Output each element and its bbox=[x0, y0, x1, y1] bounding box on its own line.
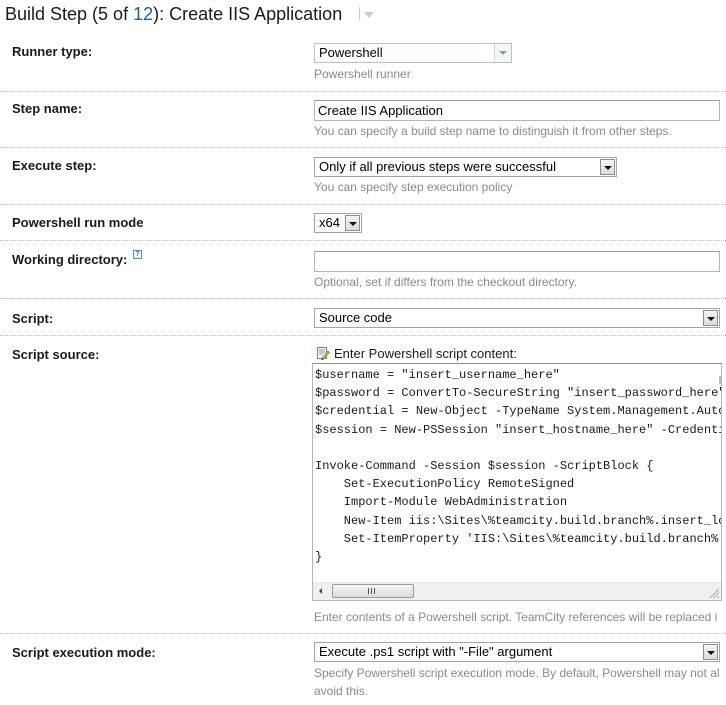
execution-mode-label: Script execution mode: bbox=[12, 645, 156, 660]
step-name-hint: You can specify a build step name to dis… bbox=[314, 124, 672, 138]
code-line: Import-Module WebAdministration bbox=[343, 495, 568, 510]
title-prefix: Build Step (5 of bbox=[5, 4, 134, 24]
runner-type-select[interactable]: Powershell bbox=[314, 43, 512, 63]
code-line: Invoke-Command -Session $session -Script… bbox=[315, 459, 654, 474]
execution-mode-select[interactable]: Execute .ps1 script with "-File" argumen… bbox=[314, 642, 720, 662]
scroll-left-arrow-icon[interactable] bbox=[319, 588, 322, 594]
total-steps-link[interactable]: 12 bbox=[133, 4, 153, 24]
runner-type-value: Powershell bbox=[319, 45, 383, 60]
vertical-scroll-marker bbox=[719, 376, 721, 384]
working-directory-label: Working directory: bbox=[12, 252, 128, 267]
script-source-label: Script source: bbox=[12, 347, 100, 362]
execute-step-hint: You can specify step execution policy bbox=[314, 180, 513, 194]
script-editor-caption: Enter Powershell script content: bbox=[316, 346, 517, 361]
code-line: Set-ItemProperty 'IIS:\Sites\%teamcity.b… bbox=[343, 531, 722, 546]
divider bbox=[0, 147, 726, 148]
working-directory-hint: Optional, set if differs from the checko… bbox=[314, 275, 578, 289]
edit-document-icon bbox=[317, 347, 330, 360]
run-mode-label: Powershell run mode bbox=[12, 215, 144, 230]
working-directory-input[interactable] bbox=[314, 251, 720, 272]
script-select[interactable]: Source code bbox=[314, 308, 720, 328]
divider bbox=[0, 298, 726, 299]
step-name-label: Step name: bbox=[12, 101, 83, 116]
execution-mode-value: Execute .ps1 script with "-File" argumen… bbox=[319, 644, 553, 659]
divider bbox=[0, 633, 726, 634]
script-source-hint: Enter contents of a Powershell script. T… bbox=[314, 610, 718, 624]
chevron-down-icon[interactable] bbox=[364, 12, 375, 18]
execution-mode-hint-line1: Specify Powershell script execution mode… bbox=[314, 666, 720, 680]
code-line: $password = ConvertTo-SecureString "inse… bbox=[315, 386, 722, 401]
resize-grip-icon[interactable] bbox=[708, 587, 719, 598]
divider bbox=[0, 91, 726, 92]
script-editor-caption-text: Enter Powershell script content: bbox=[334, 346, 517, 361]
help-icon[interactable]: ? bbox=[133, 250, 142, 259]
step-name-input[interactable] bbox=[314, 100, 720, 121]
chevron-down-icon[interactable] bbox=[600, 159, 615, 175]
execution-mode-hint-line2: avoid this. bbox=[314, 684, 369, 698]
execute-step-value: Only if all previous steps were successf… bbox=[319, 159, 556, 174]
execute-step-label: Execute step: bbox=[12, 158, 97, 173]
horizontal-scrollbar[interactable] bbox=[313, 582, 721, 600]
script-label: Script: bbox=[12, 311, 54, 326]
code-line: $username = "insert_username_here" bbox=[315, 368, 560, 382]
code-line: New-Item iis:\Sites\%teamcity.build.bran… bbox=[343, 513, 722, 528]
code-line: $session = New-PSSession "insert_hostnam… bbox=[315, 422, 721, 437]
script-source-editor[interactable]: $username = "insert_username_here" $pass… bbox=[312, 363, 722, 601]
chevron-down-icon[interactable] bbox=[703, 644, 718, 660]
script-value: Source code bbox=[319, 310, 392, 325]
chevron-down-icon[interactable] bbox=[703, 310, 718, 326]
divider bbox=[0, 204, 726, 205]
scrollbar-thumb[interactable] bbox=[332, 584, 414, 598]
page-title: Build Step (5 of 12): Create IIS Applica… bbox=[5, 4, 375, 25]
divider bbox=[0, 335, 726, 336]
runner-type-label: Runner type: bbox=[12, 44, 93, 59]
code-line: $credential = New-Object -TypeName Syste… bbox=[315, 404, 722, 419]
runner-type-hint: Powershell runner bbox=[314, 67, 411, 81]
title-suffix: ): Create IIS Application bbox=[153, 4, 343, 24]
title-menu-divider bbox=[359, 7, 361, 21]
divider bbox=[0, 240, 726, 241]
chevron-down-icon[interactable] bbox=[345, 215, 360, 231]
code-line: } bbox=[315, 550, 323, 565]
code-line: Set-ExecutionPolicy RemoteSigned bbox=[343, 477, 575, 492]
script-code[interactable]: $username = "insert_username_here" $pass… bbox=[315, 366, 722, 566]
run-mode-select[interactable]: x64 bbox=[314, 213, 362, 233]
chevron-down-icon[interactable] bbox=[494, 44, 511, 62]
execute-step-select[interactable]: Only if all previous steps were successf… bbox=[314, 157, 617, 177]
run-mode-value: x64 bbox=[319, 215, 340, 230]
